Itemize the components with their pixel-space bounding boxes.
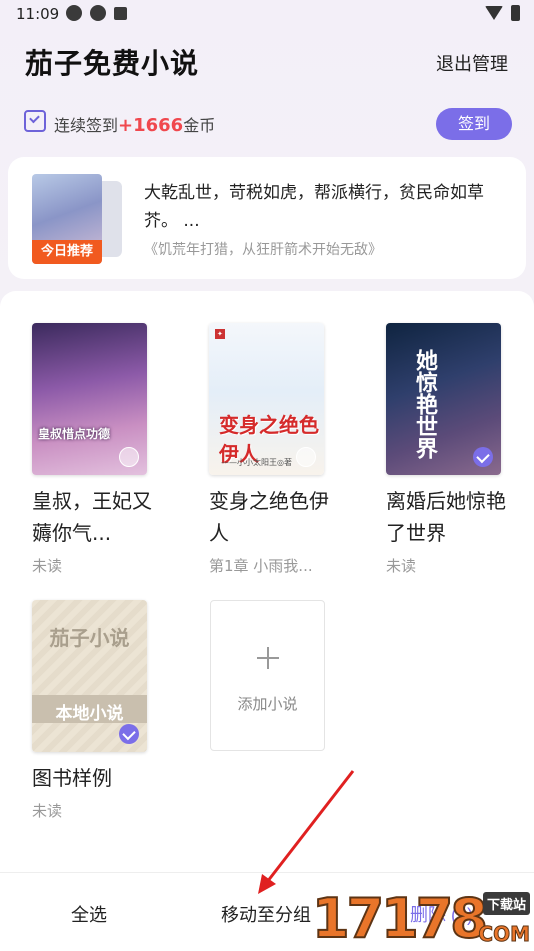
book-title: 皇叔，王妃又薅你气... bbox=[32, 489, 152, 545]
wifi-icon bbox=[485, 6, 503, 20]
cover-title: 皇叔惜点功德 bbox=[38, 427, 111, 441]
select-checkbox-checked[interactable] bbox=[119, 724, 139, 744]
book-item[interactable]: 茄子小说 本地小说 图书样例 未读 bbox=[32, 600, 147, 821]
exit-manage-button[interactable]: 退出管理 bbox=[436, 50, 508, 76]
app-notification-icon bbox=[66, 5, 82, 21]
book-progress: 未读 bbox=[32, 802, 63, 820]
recommend-description: 大乾乱世，苛税如虎，帮派横行，贫民命如草芥。 ... bbox=[144, 183, 484, 231]
status-system-icons bbox=[485, 5, 520, 21]
book-item[interactable]: 皇叔惜点功德 皇叔，王妃又薅你气... 未读 bbox=[32, 323, 152, 576]
select-checkbox[interactable] bbox=[119, 447, 139, 467]
font-notification-icon bbox=[114, 7, 127, 20]
book-title: 离婚后她惊艳了世界 bbox=[386, 489, 506, 545]
publisher-logo: ✦ bbox=[215, 329, 225, 339]
recommend-badge: 今日推荐 bbox=[32, 240, 102, 264]
book-progress: 未读 bbox=[386, 557, 417, 575]
calendar-check-icon bbox=[24, 110, 46, 132]
book-title: 变身之绝色伊人 bbox=[209, 489, 329, 545]
checkin-row: 连续签到 +1666 金币 签到 bbox=[24, 108, 512, 140]
plus-icon bbox=[257, 647, 279, 669]
cover-author: ——小小太阳王◎著 bbox=[221, 458, 292, 467]
annotation-arrow bbox=[258, 770, 355, 894]
checkin-suffix: 金币 bbox=[183, 116, 216, 135]
site-watermark: 17178 下载站 COM bbox=[311, 887, 534, 951]
add-book-button[interactable]: 添加小说 bbox=[210, 600, 325, 751]
cover-title: 她惊艳世界 bbox=[412, 349, 438, 459]
checkin-coins: +1666 bbox=[118, 115, 184, 136]
select-checkbox[interactable] bbox=[296, 447, 316, 467]
select-checkbox-checked[interactable] bbox=[473, 447, 493, 467]
book-item[interactable]: ✦ 变身之绝色伊人 ——小小太阳王◎著 变身之绝色伊人 第1章 小雨我... bbox=[209, 323, 329, 576]
checkin-text: 连续签到 +1666 金币 bbox=[54, 112, 215, 136]
book-cover: 皇叔惜点功德 bbox=[32, 323, 147, 475]
recommend-source: 《饥荒年打猎，从狂肝箭术开始无敌》 bbox=[144, 242, 382, 258]
status-bar: 11:09 bbox=[0, 0, 534, 30]
checkin-prefix: 连续签到 bbox=[54, 116, 119, 135]
checkin-button[interactable]: 签到 bbox=[436, 108, 512, 140]
watermark-tag: 下载站 bbox=[482, 892, 530, 915]
status-notification-icons bbox=[66, 5, 127, 21]
page-title: 茄子免费小说 bbox=[25, 47, 200, 80]
battery-icon bbox=[511, 5, 520, 21]
book-cover: 茄子小说 本地小说 bbox=[32, 600, 147, 752]
book-item[interactable]: 她惊艳世界 离婚后她惊艳了世界 未读 bbox=[386, 323, 506, 576]
app-notification-icon bbox=[90, 5, 106, 21]
cover-label: 本地小说 bbox=[55, 704, 124, 724]
book-progress: 未读 bbox=[32, 557, 63, 575]
select-all-button[interactable]: 全选 bbox=[71, 901, 107, 927]
recommend-card[interactable]: 今日推荐 大乾乱世，苛税如虎，帮派横行，贫民命如草芥。 ... 《饥荒年打猎，从… bbox=[8, 157, 526, 279]
watermark-number: 17178 bbox=[311, 887, 489, 951]
add-book-label: 添加小说 bbox=[237, 695, 298, 713]
cover-brand: 茄子小说 bbox=[49, 626, 130, 650]
book-cover: ✦ 变身之绝色伊人 ——小小太阳王◎著 bbox=[209, 323, 324, 475]
move-to-group-button[interactable]: 移动至分组 bbox=[221, 901, 311, 927]
book-progress: 第1章 小雨我... bbox=[209, 557, 313, 575]
book-title: 图书样例 bbox=[32, 766, 112, 790]
book-cover: 她惊艳世界 bbox=[386, 323, 501, 475]
watermark-domain: COM bbox=[478, 922, 531, 947]
status-time: 11:09 bbox=[16, 5, 60, 23]
